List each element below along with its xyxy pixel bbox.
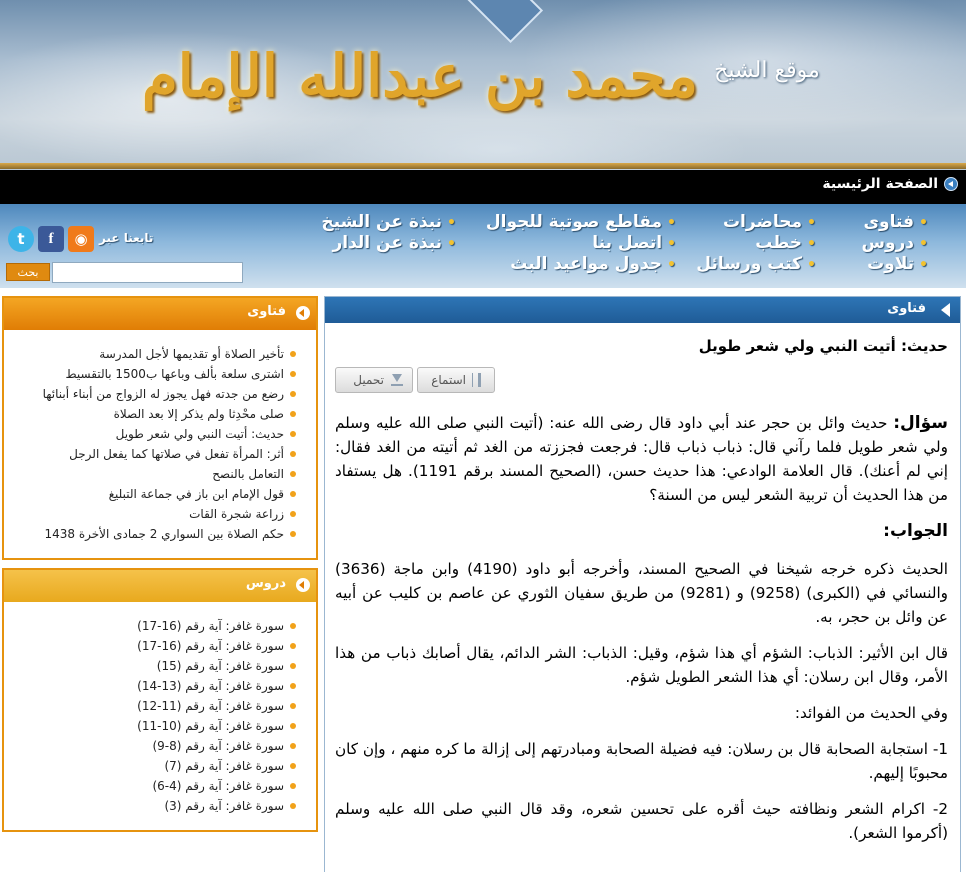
- bullet-icon: •: [919, 257, 928, 273]
- question-paragraph: سؤال: حديث وائل بن حجر عند أبي داود قال …: [335, 411, 948, 507]
- search-button[interactable]: بحث: [6, 263, 50, 281]
- list-item[interactable]: قول الإمام ابن باز في جماعة التبليغ: [12, 484, 296, 504]
- nav-item-fatawa[interactable]: •فتاوى: [862, 212, 928, 233]
- list-item[interactable]: زراعة شجرة القات: [12, 504, 296, 524]
- list-item[interactable]: سورة غافر: آية رقم (13-14): [12, 676, 296, 696]
- nav-column-2: •محاضرات •خطب •كتب ورسائل: [696, 212, 816, 275]
- arrow-icon: [944, 177, 958, 191]
- list-item[interactable]: التعامل بالنصح: [12, 464, 296, 484]
- list-item[interactable]: سورة غافر: آية رقم (16-17): [12, 616, 296, 636]
- site-label: موقع الشيخ: [714, 58, 820, 83]
- arrow-icon: [296, 306, 310, 320]
- answer-paragraph: الحديث ذكره خرجه شيخنا في الصحيح المسند،…: [335, 560, 949, 626]
- bullet-icon: •: [807, 215, 816, 231]
- bullet-icon: •: [447, 236, 456, 252]
- arrow-icon: [296, 578, 310, 592]
- fatwa-panel: فتاوى حديث: أتيت النبي ولي شعر طويل استم…: [324, 296, 961, 872]
- list-item[interactable]: صلى محْدِثا ولم يذكر إلا بعد الصلاة: [12, 404, 296, 424]
- list-item[interactable]: سورة غافر: آية رقم (10-11): [12, 716, 296, 736]
- sidebox-title: فتاوى: [247, 304, 286, 319]
- list-item[interactable]: اشترى سلعة بألف وباعها ب1500 بالتقسيط: [12, 364, 296, 384]
- site-logo-calligraphy: محمد بن عبدالله الإمام: [141, 42, 700, 110]
- nav-item-about-sheikh[interactable]: •نبذة عن الشيخ: [321, 212, 456, 233]
- fatwa-content: سؤال: حديث وائل بن حجر عند أبي داود قال …: [335, 411, 948, 857]
- bullet-icon: •: [667, 236, 676, 252]
- fatawa-sidebox: فتاوى تأخير الصلاة أو تقديمها لأجل المدر…: [2, 296, 318, 560]
- list-item[interactable]: سورة غافر: آية رقم (15): [12, 656, 296, 676]
- nav-item-durus[interactable]: •دروس: [862, 233, 929, 254]
- sidebox-title: دروس: [245, 576, 286, 591]
- facebook-icon[interactable]: f: [38, 226, 64, 252]
- bullet-icon: •: [807, 236, 816, 252]
- durus-list: سورة غافر: آية رقم (16-17) سورة غافر: آي…: [4, 602, 316, 824]
- nav-item-lectures[interactable]: •محاضرات: [696, 212, 816, 233]
- list-item[interactable]: سورة غافر: آية رقم (3): [12, 796, 296, 816]
- nav-column-4: •نبذة عن الشيخ •نبذة عن الدار: [321, 212, 456, 254]
- fatwa-title: حديث: أتيت النبي ولي شعر طويل: [698, 337, 948, 355]
- answer-paragraph: قال ابن الأثير: الذباب: الشؤم أي هذا شؤم…: [335, 644, 948, 686]
- home-label: الصفحة الرئيسية: [822, 176, 938, 192]
- sidebox-header: فتاوى: [4, 298, 316, 330]
- list-item[interactable]: أثر: المرأة تفعل في صلاتها كما يفعل الرج…: [12, 444, 296, 464]
- answer-paragraph: 2- اكرام الشعر ونظافته حيث أقره على تحسي…: [335, 800, 948, 842]
- answer-paragraph: 1- استجابة الصحابة قال بن رسلان: فيه فضي…: [335, 740, 948, 782]
- sidebox-header: دروس: [4, 570, 316, 602]
- list-item[interactable]: سورة غافر: آية رقم (4-6): [12, 776, 296, 796]
- arrow-icon: [941, 303, 950, 317]
- list-item[interactable]: سورة غافر: آية رقم (16-17): [12, 636, 296, 656]
- nav-item-contact[interactable]: •اتصل بنا: [486, 233, 676, 254]
- list-item[interactable]: رضع من جدته فهل يجوز له الزواج من أبناء …: [12, 384, 296, 404]
- header-banner: محمد بن عبدالله الإمام موقع الشيخ: [0, 0, 966, 170]
- bullet-icon: •: [447, 215, 456, 231]
- nav-item-about-dar[interactable]: •نبذة عن الدار: [321, 233, 456, 254]
- bullet-icon: •: [667, 215, 676, 231]
- durus-sidebox: دروس سورة غافر: آية رقم (16-17) سورة غاف…: [2, 568, 318, 832]
- home-link[interactable]: الصفحة الرئيسية: [822, 176, 958, 192]
- nav-item-books[interactable]: •كتب ورسائل: [696, 254, 816, 275]
- bullet-icon: •: [919, 236, 928, 252]
- download-icon: [390, 373, 404, 387]
- bullet-icon: •: [807, 257, 816, 273]
- listen-button[interactable]: استماع: [417, 367, 495, 393]
- fatawa-list: تأخير الصلاة أو تقديمها لأجل المدرسة اشت…: [4, 330, 316, 552]
- rss-icon[interactable]: ◉: [68, 226, 94, 252]
- nav-item-tilawat[interactable]: •تلاوت: [862, 254, 928, 275]
- nav-column-3: •مقاطع صوتية للجوال •اتصل بنا •جدول مواع…: [486, 212, 676, 275]
- nav-item-sermons[interactable]: •خطب: [696, 233, 816, 254]
- home-bar: الصفحة الرئيسية: [0, 170, 966, 204]
- answer-paragraph: وفي الحديث من الفوائد:: [794, 704, 948, 722]
- banner-divider: [0, 163, 966, 169]
- nav-item-mobile-audio[interactable]: •مقاطع صوتية للجوال: [486, 212, 676, 233]
- list-item[interactable]: سورة غافر: آية رقم (8-9): [12, 736, 296, 756]
- panel-header: فتاوى: [325, 297, 960, 323]
- speaker-icon: [472, 373, 486, 387]
- list-item[interactable]: سورة غافر: آية رقم (7): [12, 756, 296, 776]
- nav-column-1: •فتاوى •دروس •تلاوت: [862, 212, 929, 275]
- nav-item-broadcast-schedule[interactable]: •جدول مواعيد البث: [486, 254, 676, 275]
- bullet-icon: •: [667, 257, 676, 273]
- answer-heading: الجواب:: [883, 521, 948, 541]
- search-input[interactable]: [52, 262, 243, 283]
- follow-label: تابعنا عبر: [99, 231, 154, 245]
- list-item[interactable]: حكم الصلاة بين السواري 2 جمادى الأخرة 14…: [12, 524, 296, 544]
- bullet-icon: •: [919, 215, 928, 231]
- question-text: حديث وائل بن حجر عند أبي داود قال رضى ال…: [335, 414, 949, 504]
- panel-title: فتاوى: [887, 301, 926, 316]
- twitter-icon[interactable]: t: [8, 226, 34, 252]
- download-button[interactable]: تحميل: [335, 367, 413, 393]
- list-item[interactable]: حديث: أتيت النبي ولي شعر طويل: [12, 424, 296, 444]
- list-item[interactable]: سورة غافر: آية رقم (11-12): [12, 696, 296, 716]
- list-item[interactable]: تأخير الصلاة أو تقديمها لأجل المدرسة: [12, 344, 296, 364]
- question-label: سؤال:: [893, 413, 949, 433]
